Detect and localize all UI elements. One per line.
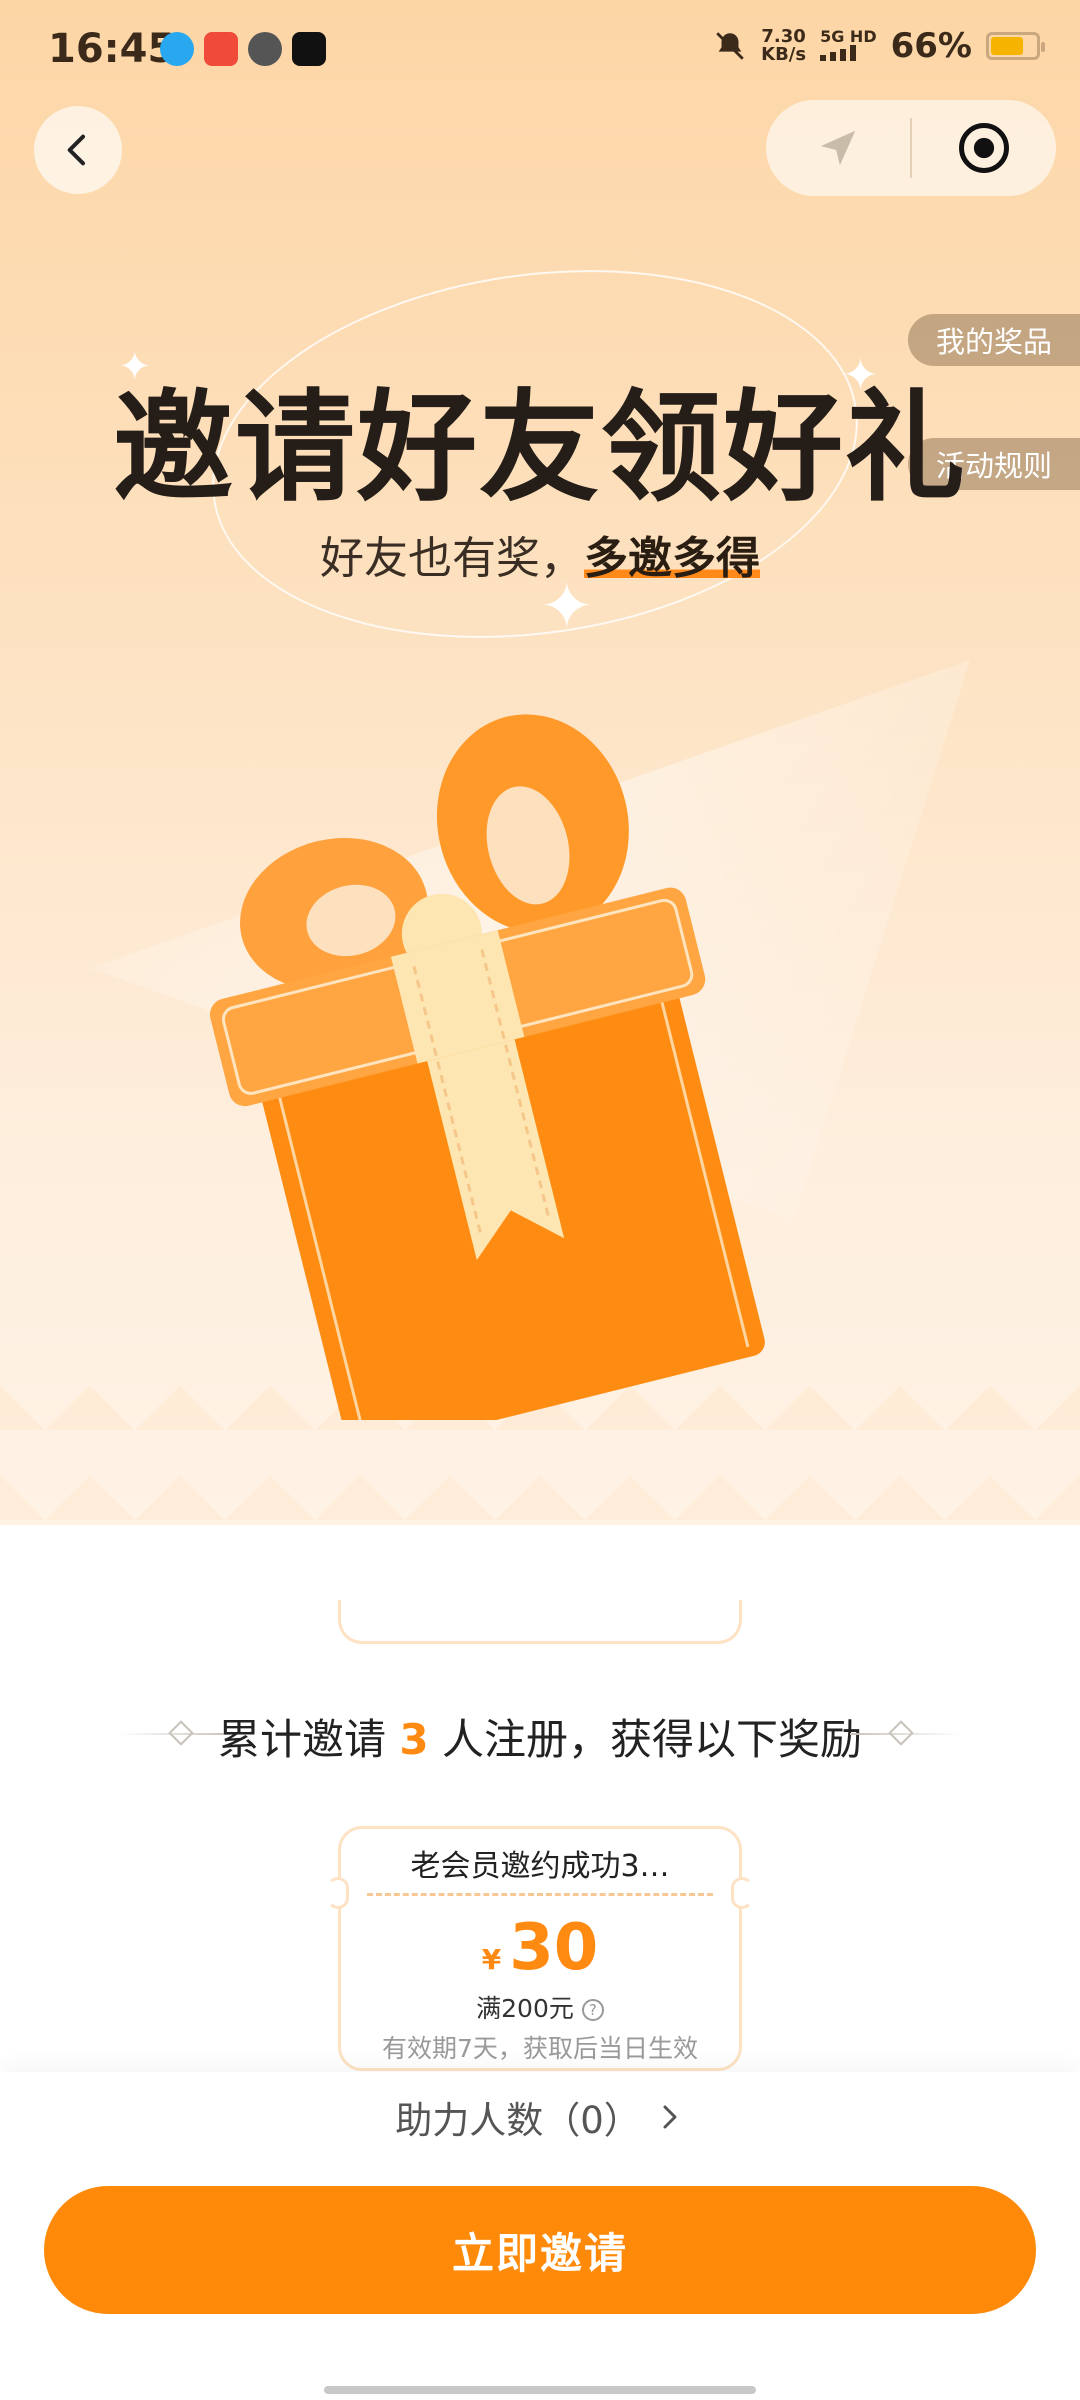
status-right: 7.30 KB/s 5G HD 66%: [713, 26, 1045, 66]
coupon-validity: 有效期7天，获取后当日生效: [382, 2034, 698, 2063]
tiktok-notification-icon: [292, 32, 326, 66]
coupon-name: 老会员邀约成功3…: [410, 1849, 670, 1884]
navigation-arrow-icon: [820, 130, 856, 166]
chevron-right-icon: [663, 2105, 677, 2129]
coupon-divider: [367, 1893, 713, 1896]
previous-reward-card: [338, 1600, 742, 1644]
helpers-count-link[interactable]: 助力人数（0）: [0, 2072, 1080, 2162]
reward-line-decoration-right: [850, 1733, 960, 1735]
coupon-value: 30: [509, 1911, 599, 1985]
coupon-amount: ¥30: [341, 1911, 739, 1985]
signal-bars-icon: [820, 45, 857, 61]
share-button[interactable]: [766, 100, 910, 196]
invite-now-button[interactable]: 立即邀请: [44, 2186, 1036, 2314]
subtitle-plain: 好友也有奖，: [320, 533, 584, 584]
chevron-left-icon: [67, 134, 85, 166]
coupon-card[interactable]: 老会员邀约成功3… ¥30 满200元 ? 有效期7天，获取后当日生效: [327, 1826, 753, 2071]
helpers-label: 助力人数（0）: [395, 2099, 641, 2142]
mute-bell-icon: [716, 32, 744, 60]
close-mini-program-button[interactable]: [912, 100, 1056, 196]
battery-icon: [986, 32, 1045, 60]
home-indicator[interactable]: [324, 2386, 756, 2394]
coupon-condition-text: 满200元: [476, 1994, 574, 2023]
invite-count: 3: [399, 1715, 429, 1764]
network-speed: 7.30 KB/s: [761, 28, 806, 64]
target-circle-icon: [959, 123, 1009, 173]
reward-suffix: 人注册，获得以下奖励: [441, 1715, 862, 1764]
status-time: 16:45: [48, 26, 176, 72]
page-title: 邀请好友领好礼: [113, 379, 967, 518]
subtitle-highlight: 多邀多得: [584, 533, 760, 584]
question-mark-icon[interactable]: ?: [581, 1999, 604, 2021]
battery-percent: 66%: [890, 26, 972, 66]
gift-box-illustration: [209, 714, 765, 1420]
app-notification-icon: [204, 32, 238, 66]
reward-summary: 累计邀请 3 人注册，获得以下奖励: [0, 1706, 1080, 1767]
signal-label: 5G HD: [820, 27, 877, 46]
signal-indicator: 5G HD: [820, 28, 877, 64]
hero-subtitle: 好友也有奖，多邀多得: [0, 522, 1080, 586]
reward-prefix: 累计邀请: [218, 1715, 387, 1764]
status-bar: 16:45 7.30 KB/s 5G HD 66%: [0, 0, 1080, 100]
network-speed-unit: KB/s: [761, 44, 807, 65]
notification-icons: [160, 32, 326, 66]
coupon-condition: 满200元 ?: [341, 1989, 739, 2025]
message-notification-icon: [248, 32, 282, 66]
currency-symbol: ¥: [481, 1943, 502, 1976]
back-button[interactable]: [34, 106, 122, 194]
mini-program-capsule: [766, 100, 1056, 196]
qq-notification-icon: [160, 32, 194, 66]
